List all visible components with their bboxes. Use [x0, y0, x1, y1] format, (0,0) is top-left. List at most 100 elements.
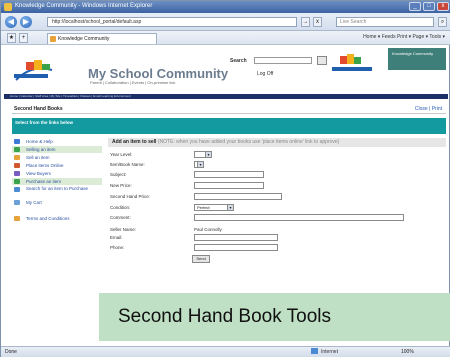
- second-hand-price-input[interactable]: [194, 193, 282, 200]
- search-input[interactable]: Live Search: [336, 17, 434, 27]
- sidebar-item-selling[interactable]: Selling an item: [12, 146, 102, 153]
- search-icon: [14, 187, 20, 192]
- sidebar-item-view-buyers[interactable]: View Buyers: [12, 170, 102, 177]
- sidebar-item-label: Purchase an item: [26, 179, 62, 184]
- field-year-level: Year Level: ▾: [110, 151, 440, 159]
- field-comment: Comment:: [110, 214, 440, 222]
- field-email: Email:: [110, 234, 440, 242]
- new-price-input[interactable]: [194, 182, 264, 189]
- send-button[interactable]: Send: [192, 255, 210, 263]
- people-icon: [14, 171, 20, 176]
- comment-input[interactable]: [194, 214, 404, 221]
- field-label: Second Hand Price:: [110, 194, 151, 199]
- sidebar-item-sell[interactable]: Sell an item: [12, 154, 102, 161]
- site-title: My School Community: [88, 66, 229, 81]
- tab-bar: ★ + Knowledge Community Home ▾ Feeds Pri…: [1, 31, 450, 45]
- add-favorite-icon[interactable]: +: [19, 33, 28, 43]
- top-navigation[interactable]: Home | Calendar | Staff Area | My Site |…: [4, 94, 448, 99]
- sidebar-item-home-help[interactable]: Home & Help: [12, 138, 102, 145]
- seller-name-value: Paul Connolly: [194, 227, 222, 232]
- section-banner: Select from the links below: [12, 118, 446, 134]
- minimize-button[interactable]: _: [409, 2, 421, 11]
- logoff-link[interactable]: Log Off: [257, 71, 273, 77]
- sidebar-item-place-online[interactable]: Place items Online: [12, 162, 102, 169]
- email-input[interactable]: [194, 234, 278, 241]
- close-button[interactable]: x: [437, 2, 449, 11]
- field-condition: Condition: Perfect ▾: [110, 204, 440, 212]
- form-heading: Add an item to sell (NOTE: when you have…: [108, 138, 446, 147]
- site-search-input[interactable]: [254, 57, 312, 64]
- chevron-down-icon: ▾: [205, 152, 211, 157]
- close-print-link[interactable]: Close | Print: [415, 106, 442, 112]
- address-bar: ◀ ▶ http://localhost/school_portal/defau…: [1, 13, 450, 31]
- cart-icon: [14, 179, 20, 184]
- sidebar-item-label: My Cart: [26, 200, 42, 205]
- sidebar-item-terms[interactable]: Terms and Conditions: [12, 215, 102, 222]
- command-bar[interactable]: Home ▾ Feeds Print ▾ Page ▾ Tools ▾: [363, 34, 445, 40]
- site-search-button[interactable]: [317, 56, 327, 65]
- page-icon: [50, 36, 56, 42]
- refresh-button[interactable]: →: [301, 17, 310, 27]
- sidebar-item-label: Sell an item: [26, 155, 50, 160]
- money-icon: [14, 147, 20, 152]
- chevron-down-icon: ▾: [227, 205, 233, 210]
- tab-label: Knowledge Community: [58, 36, 110, 42]
- window-title: Knowledge Community - Windows Internet E…: [15, 3, 153, 9]
- condition-select[interactable]: Perfect ▾: [194, 204, 234, 211]
- back-button[interactable]: ◀: [5, 16, 17, 28]
- field-label: Phone:: [110, 245, 125, 250]
- field-item-name: Item/Book Name: ▾: [110, 161, 440, 169]
- tab-knowledge-community[interactable]: Knowledge Community: [47, 33, 157, 44]
- sidebar-item-label: Place items Online: [26, 163, 64, 168]
- forward-button[interactable]: ▶: [20, 16, 32, 28]
- field-phone: Phone:: [110, 244, 440, 252]
- field-label: Comment:: [110, 215, 131, 220]
- sidebar-item-label: Selling an item: [26, 147, 56, 152]
- field-label: Condition:: [110, 205, 131, 210]
- page-title: Second Hand Books: [14, 106, 63, 112]
- sidebar-item-label: Home & Help: [26, 139, 53, 144]
- field-label: Year Level:: [110, 152, 133, 157]
- favorites-star-icon[interactable]: ★: [7, 33, 16, 43]
- search-label: Search: [230, 58, 247, 64]
- cart-icon: [14, 200, 20, 205]
- field-subject: Subject:: [110, 171, 440, 179]
- security-zone: Internet: [311, 347, 338, 357]
- home-icon: [14, 139, 20, 144]
- zoom-level[interactable]: 100%: [401, 347, 414, 357]
- caption-overlay: Second Hand Book Tools: [99, 293, 450, 341]
- site-subtitle: Parent | Collaboration | Events | On-pre…: [90, 80, 176, 85]
- field-label: Seller Name:: [110, 227, 137, 232]
- community-banner: Knowledge Community: [388, 48, 446, 70]
- field-seller-name: Seller Name: Paul Connolly: [110, 226, 440, 234]
- year-level-select[interactable]: ▾: [194, 151, 212, 158]
- search-icon[interactable]: ⌕: [438, 17, 447, 27]
- form-note: (NOTE: when you have added your books us…: [157, 139, 340, 145]
- document-icon: [14, 216, 20, 221]
- title-bar: Knowledge Community - Windows Internet E…: [1, 1, 450, 13]
- field-label: Subject:: [110, 172, 127, 177]
- divider: [12, 113, 446, 114]
- field-second-hand-price: Second Hand Price:: [110, 193, 440, 201]
- maximize-button[interactable]: □: [423, 2, 435, 11]
- sidebar-item-purchase[interactable]: Purchase an item: [12, 178, 102, 185]
- sidebar: Home & Help Selling an item Sell an item…: [12, 138, 102, 338]
- subject-input[interactable]: [194, 171, 264, 178]
- address-field[interactable]: http://localhost/school_portal/default.a…: [47, 17, 297, 27]
- sidebar-item-search-purchase[interactable]: Search for an item to Purchase: [12, 186, 102, 198]
- chevron-down-icon: ▾: [197, 162, 203, 167]
- form-title: Add an item to sell: [112, 139, 157, 145]
- partner-logo: [332, 54, 372, 71]
- upload-icon: [14, 163, 20, 168]
- stop-button[interactable]: x: [313, 17, 322, 27]
- browser-window: Knowledge Community - Windows Internet E…: [0, 0, 450, 357]
- item-name-select[interactable]: ▾: [194, 161, 204, 168]
- school-logo: [14, 60, 53, 81]
- field-label: Item/Book Name:: [110, 162, 145, 167]
- section-banner-label: Select from the links below: [15, 120, 74, 125]
- sidebar-item-my-cart[interactable]: My Cart: [12, 199, 102, 206]
- phone-input[interactable]: [194, 244, 278, 251]
- sidebar-item-label: Search for an item to Purchase: [26, 186, 89, 191]
- status-bar: Done Internet 100%: [1, 346, 450, 357]
